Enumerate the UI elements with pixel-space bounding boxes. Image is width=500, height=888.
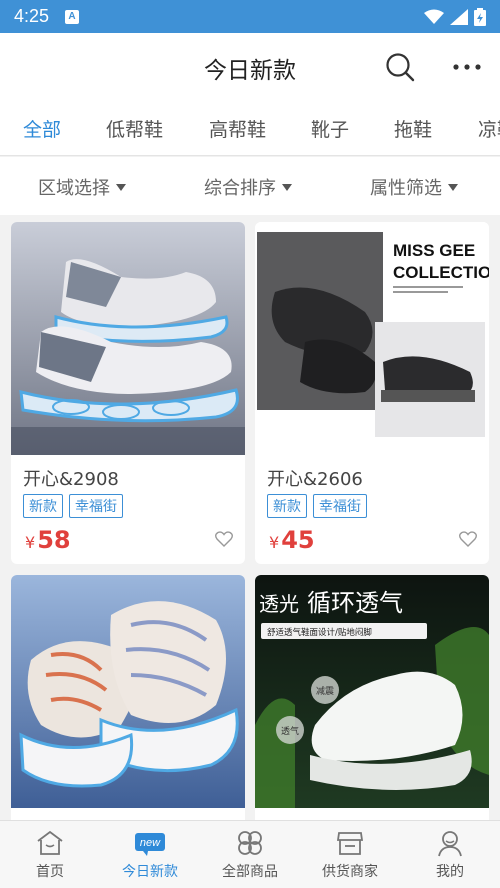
product-card[interactable]: [11, 575, 245, 820]
heart-icon[interactable]: [215, 531, 233, 547]
currency-symbol: ¥: [269, 533, 280, 552]
product-image[interactable]: 透光 循环透气 舒适透气鞋面设计/贴地闷脚 减震 透气: [255, 575, 489, 808]
filter-sort-label: 综合排序: [204, 178, 276, 199]
filter-bar: 区域选择 综合排序 属性筛选: [0, 157, 500, 215]
caret-down-icon: [448, 183, 458, 191]
image-caption: 循环透气: [307, 589, 403, 617]
notification-icon: A: [65, 9, 80, 24]
filter-region[interactable]: 区域选择: [38, 174, 126, 200]
shop-icon: [336, 832, 364, 855]
product-card[interactable]: MISS GEE COLLECTION 开心&2606 新款 幸福街 ¥ 45: [255, 222, 489, 564]
status-icons: [424, 7, 486, 26]
nav-home[interactable]: 首页: [0, 821, 100, 888]
nav-badge-text: new: [140, 837, 161, 849]
status-bar: 4:25 A: [0, 0, 500, 33]
tab-low-top[interactable]: 低帮鞋: [106, 115, 163, 142]
image-caption: 舒适透气鞋面设计/贴地闷脚: [267, 627, 372, 638]
product-name: 开心&2908: [23, 469, 119, 490]
nav-all-products[interactable]: 全部商品: [200, 821, 300, 888]
heart-icon[interactable]: [459, 531, 477, 547]
product-name: 开心&2606: [267, 469, 363, 490]
price-amount: 45: [281, 526, 315, 554]
price-amount: 58: [37, 526, 71, 554]
product-image[interactable]: MISS GEE COLLECTION: [255, 222, 489, 455]
image-caption: 透光: [259, 592, 299, 616]
product-image[interactable]: [11, 575, 245, 808]
tag-new: 新款: [23, 494, 63, 518]
image-caption: MISS GEE: [393, 241, 475, 260]
nav-suppliers-label: 供货商家: [322, 864, 378, 880]
image-caption: 减震: [316, 685, 334, 697]
user-icon: [438, 831, 462, 857]
signal-icon: [450, 8, 468, 25]
title-bar: 今日新款: [0, 33, 500, 101]
product-grid: 开心&2908 新款 幸福街 ¥ 58 MISS GEE COLLECTIO 开…: [0, 215, 500, 820]
wifi-icon: [424, 9, 444, 24]
new-badge-icon: new: [135, 833, 165, 856]
product-image[interactable]: [11, 222, 245, 455]
search-icon[interactable]: [384, 51, 416, 83]
product-price: ¥ 58: [25, 526, 71, 554]
tag-shop: 幸福街: [69, 494, 123, 518]
image-caption: COLLECTION: [393, 263, 489, 282]
tab-slippers[interactable]: 拖鞋: [394, 115, 432, 142]
nav-suppliers[interactable]: 供货商家: [300, 821, 400, 888]
bottom-nav: 首页 new 今日新款 全部商品 供货商家 我的: [0, 820, 500, 888]
filter-sort[interactable]: 综合排序: [204, 174, 292, 200]
more-icon[interactable]: [450, 55, 484, 79]
nav-today-new[interactable]: new 今日新款: [100, 821, 200, 888]
status-time: 4:25: [14, 6, 50, 26]
image-caption: 透气: [281, 725, 299, 737]
tag-new: 新款: [267, 494, 307, 518]
category-tabs: 全部 低帮鞋 高帮鞋 靴子 拖鞋 凉鞋: [0, 101, 500, 156]
battery-icon: [474, 7, 486, 26]
caret-down-icon: [282, 183, 292, 191]
tab-boots[interactable]: 靴子: [311, 115, 349, 142]
caret-down-icon: [116, 183, 126, 191]
tag-shop: 幸福街: [313, 494, 367, 518]
tab-high-top[interactable]: 高帮鞋: [209, 115, 266, 142]
page-title: 今日新款: [204, 58, 296, 84]
currency-symbol: ¥: [25, 533, 36, 552]
nav-home-label: 首页: [36, 864, 64, 880]
nav-mine-label: 我的: [436, 864, 464, 880]
nav-mine[interactable]: 我的: [400, 821, 500, 888]
nav-all-products-label: 全部商品: [222, 864, 278, 880]
product-card[interactable]: 开心&2908 新款 幸福街 ¥ 58: [11, 222, 245, 564]
filter-region-label: 区域选择: [38, 178, 110, 199]
filter-attributes[interactable]: 属性筛选: [370, 174, 458, 200]
product-price: ¥ 45: [269, 526, 315, 554]
product-card[interactable]: 透光 循环透气 舒适透气鞋面设计/贴地闷脚 减震 透气: [255, 575, 489, 820]
product-tags: 新款 幸福街: [267, 494, 367, 518]
tab-all[interactable]: 全部: [23, 115, 61, 142]
tab-sandals[interactable]: 凉鞋: [478, 115, 500, 142]
product-tags: 新款 幸福街: [23, 494, 123, 518]
nav-today-new-label: 今日新款: [122, 864, 178, 880]
filter-attributes-label: 属性筛选: [370, 178, 442, 199]
flower-grid-icon: [238, 831, 262, 855]
home-icon: [37, 830, 63, 855]
